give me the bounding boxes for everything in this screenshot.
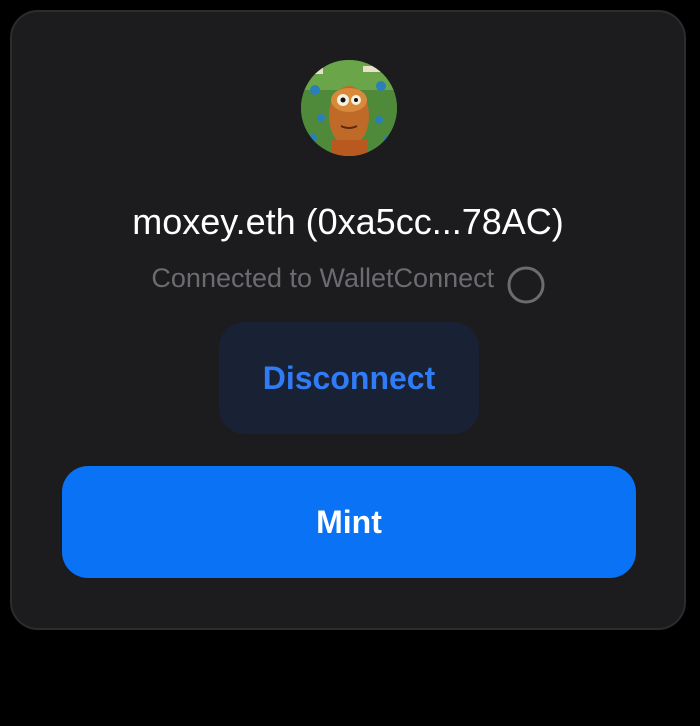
connection-status: Connected to WalletConnect <box>12 252 684 304</box>
connection-status-text: Connected to WalletConnect <box>151 263 495 293</box>
loading-spinner-icon <box>507 266 545 304</box>
wallet-card: moxey.eth (0xa5cc...78AC) Connected to W… <box>10 10 686 630</box>
mint-button[interactable]: Mint <box>62 466 636 578</box>
disconnect-button[interactable]: Disconnect <box>219 322 479 434</box>
avatar <box>301 60 397 156</box>
nft-avatar-image <box>301 60 397 156</box>
account-name: moxey.eth (0xa5cc...78AC) <box>132 201 564 242</box>
